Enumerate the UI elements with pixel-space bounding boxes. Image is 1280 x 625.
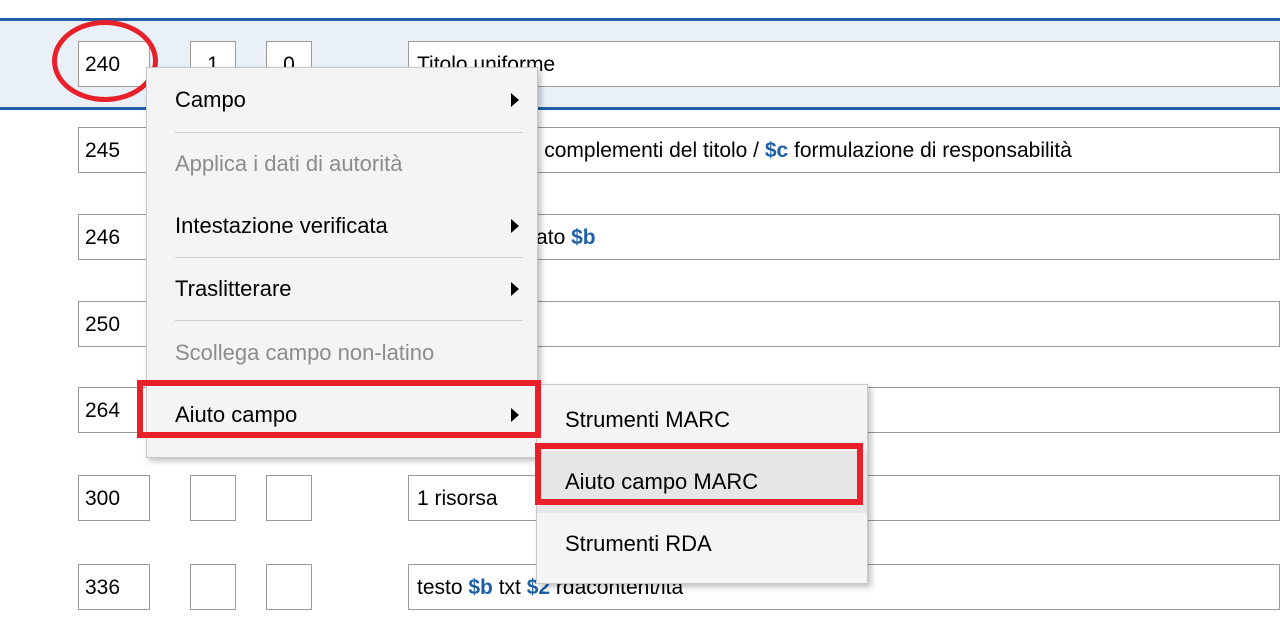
submenu-item-label: Strumenti RDA xyxy=(565,531,712,556)
menu-item-label: Aiuto campo xyxy=(175,402,298,427)
top-strip xyxy=(0,0,1280,18)
menu-item-label: Campo xyxy=(175,87,246,112)
submenu-item-aiuto-campo-marc[interactable]: Aiuto campo MARC xyxy=(537,451,867,513)
menu-item-label: Intestazione verificata xyxy=(175,213,388,238)
menu-item-applica-dati-autorita: Applica i dati di autorità xyxy=(147,133,537,195)
subfield-code: $b xyxy=(468,575,493,599)
field-tag-input[interactable]: 250 xyxy=(78,301,150,347)
field-text: 1 risorsa xyxy=(417,486,498,510)
indicator-1-input[interactable] xyxy=(190,475,236,521)
menu-item-label: Applica i dati di autorità xyxy=(175,151,403,176)
menu-item-campo[interactable]: Campo xyxy=(147,68,537,132)
subfield-code: $c xyxy=(764,138,789,162)
indicator-2-input[interactable] xyxy=(266,564,312,610)
field-text: formulazione di responsabilità xyxy=(788,138,1072,162)
menu-item-label: Scollega campo non-latino xyxy=(175,340,435,365)
field-text: testo xyxy=(417,575,469,599)
menu-item-intestazione-verificata[interactable]: Intestazione verificata xyxy=(147,195,537,257)
submenu-item-strumenti-marc[interactable]: Strumenti MARC xyxy=(537,389,867,451)
submenu-item-label: Strumenti MARC xyxy=(565,407,731,432)
submenu-arrow-icon xyxy=(511,219,519,233)
field-content-input[interactable]: Titolo uniforme xyxy=(408,41,1280,87)
indicator-1-input[interactable] xyxy=(190,564,236,610)
field-content-input[interactable]: $a Titolo / $b complementi del titolo / … xyxy=(408,127,1280,173)
field-tag-input[interactable]: 300 xyxy=(78,475,150,521)
menu-item-aiuto-campo[interactable]: Aiuto campo xyxy=(147,385,537,445)
field-tag-input[interactable]: 264 xyxy=(78,387,150,433)
submenu-arrow-icon xyxy=(511,408,519,422)
submenu-arrow-icon xyxy=(511,93,519,107)
menu-item-label: Traslitterare xyxy=(175,276,292,301)
submenu-item-strumenti-rda[interactable]: Strumenti RDA xyxy=(537,513,867,575)
field-tag-input[interactable]: 245 xyxy=(78,127,150,173)
subfield-code: $b xyxy=(571,225,596,249)
menu-item-scollega-campo: Scollega campo non-latino xyxy=(147,321,537,385)
field-tag-input[interactable]: 246 xyxy=(78,214,150,260)
field-text: txt xyxy=(492,575,527,599)
context-menu: Campo Applica i dati di autorità Intesta… xyxy=(146,67,538,458)
field-content-input[interactable] xyxy=(408,301,1280,347)
menu-bottom-padding xyxy=(147,445,537,457)
field-tag-input[interactable]: 336 xyxy=(78,564,150,610)
submenu-arrow-icon xyxy=(511,282,519,296)
field-content-input[interactable]: $a Titolo variato $b xyxy=(408,214,1280,260)
field-tag-input[interactable]: 240 xyxy=(78,41,150,87)
field-text: complementi del titolo / xyxy=(538,138,765,162)
submenu-aiuto-campo: Strumenti MARC Aiuto campo MARC Strument… xyxy=(536,384,868,584)
indicator-2-input[interactable] xyxy=(266,475,312,521)
submenu-item-label: Aiuto campo MARC xyxy=(565,469,759,494)
menu-item-traslitterare[interactable]: Traslitterare xyxy=(147,258,537,320)
